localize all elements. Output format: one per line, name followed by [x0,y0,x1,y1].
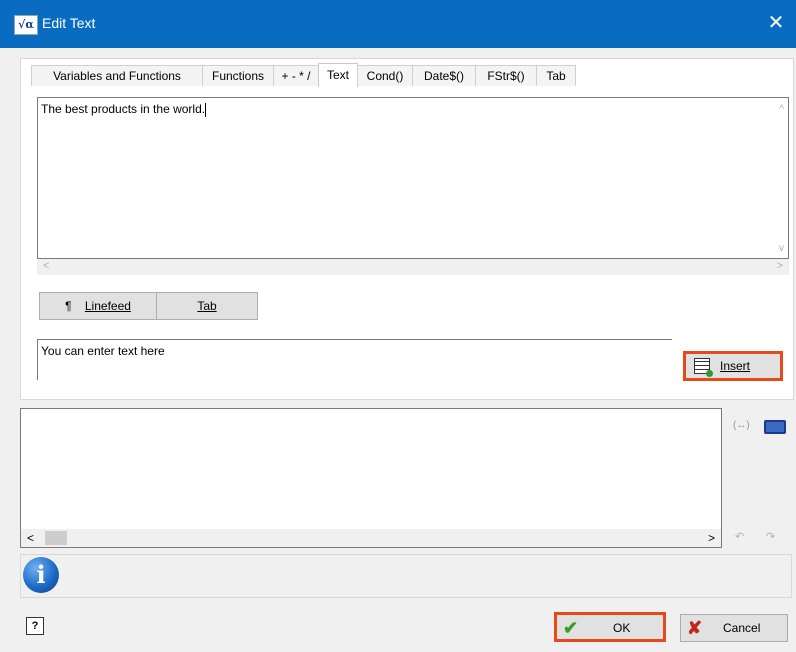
app-icon: √α [14,15,38,35]
ok-button[interactable]: ✔ OK [554,612,666,642]
check-icon: ✔ [563,618,579,638]
scroll-left-icon[interactable]: < [43,260,49,272]
tab-text[interactable]: Text [318,63,358,87]
tab-strip: Variables and Functions Functions + - * … [31,63,576,87]
editor-horizontal-scrollbar[interactable]: < > [37,259,789,275]
preview-scroll-left-icon[interactable]: < [27,531,34,545]
text-caret [205,102,207,117]
undo-icon[interactable]: ↶ [735,530,744,543]
tab-operators[interactable]: + - * / [273,65,319,86]
window-title: Edit Text [42,15,96,31]
pilcrow-icon: ¶ [65,299,72,313]
editor-text: The best products in the world. [41,102,207,117]
redo-icon[interactable]: ↷ [766,530,775,543]
cancel-label: Cancel [723,621,761,635]
linefeed-button[interactable]: ¶ Linefeed [39,292,157,320]
insert-button[interactable]: Insert [683,351,783,381]
title-bar: √α Edit Text ✕ [0,0,796,48]
tab-date[interactable]: Date$() [412,65,476,86]
tab-button-label: Tab [197,299,217,313]
info-bar: i [20,554,792,598]
info-icon: i [23,557,59,593]
text-panel: Variables and Functions Functions + - * … [20,58,794,400]
help-button[interactable]: ? [26,617,44,635]
insert-label: Insert [720,359,751,373]
scroll-down-icon[interactable]: v [779,243,784,254]
linefeed-label: Linefeed [84,299,131,313]
text-entry-value: You can enter text here [41,344,165,358]
cancel-x-icon: ✘ [687,618,703,638]
ok-label: OK [613,621,631,635]
tab-fstr[interactable]: FStr$() [475,65,537,86]
tab-tab[interactable]: Tab [536,65,576,86]
tab-button[interactable]: Tab [156,292,258,320]
close-icon[interactable]: ✕ [764,10,788,36]
word-wrap-icon[interactable]: (↔) [733,420,750,431]
insert-field-icon [694,358,713,377]
keyboard-icon[interactable] [764,420,786,434]
tab-cond[interactable]: Cond() [357,65,413,86]
scroll-right-icon[interactable]: > [777,260,783,272]
preview-horizontal-scrollbar[interactable]: < > [21,529,721,547]
text-entry-field[interactable]: You can enter text here [37,339,672,380]
text-editor[interactable]: The best products in the world. ^ v [37,97,789,259]
cancel-button[interactable]: ✘ Cancel [680,614,788,642]
tab-functions[interactable]: Functions [202,65,274,86]
tab-variables-and-functions[interactable]: Variables and Functions [31,65,203,86]
preview-scroll-thumb[interactable] [45,531,67,545]
expression-preview[interactable]: < > [20,408,722,548]
preview-scroll-right-icon[interactable]: > [708,531,715,545]
scroll-up-icon[interactable]: ^ [779,104,784,115]
